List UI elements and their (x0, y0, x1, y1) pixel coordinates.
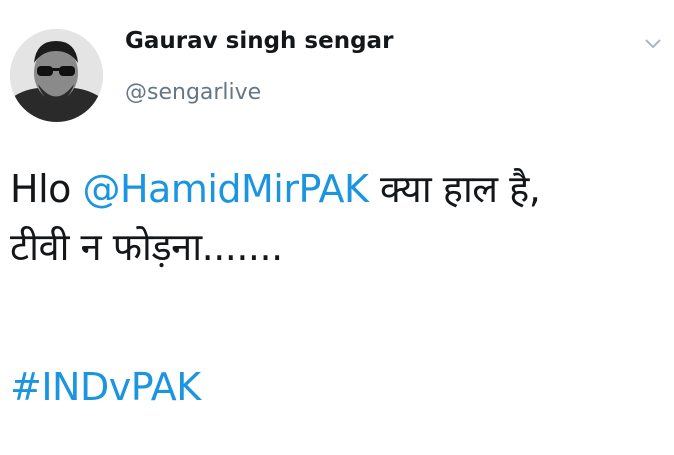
chevron-down-icon[interactable] (642, 34, 664, 52)
hashtag-line: #INDvPAK (10, 358, 201, 416)
tweet-text-prefix: Hlo (10, 167, 83, 211)
hashtag-link[interactable]: #INDvPAK (10, 365, 201, 409)
author-display-name[interactable]: Gaurav singh sengar (125, 28, 393, 54)
tweet-line-2: टीवी न फोड़ना....... (10, 225, 283, 269)
tweet-text-suffix: क्या हाल है, (368, 167, 541, 211)
tweet-text: Hlo @HamidMirPAK क्या हाल है, टीवी न फोड… (10, 160, 660, 276)
tweet-card: Gaurav singh sengar @sengarlive Hlo @Ham… (0, 0, 674, 455)
tweet-line-1: Hlo @HamidMirPAK क्या हाल है, (10, 160, 660, 218)
author-handle[interactable]: @sengarlive (125, 80, 261, 105)
avatar[interactable] (10, 29, 103, 122)
mention-link[interactable]: @HamidMirPAK (82, 167, 368, 211)
